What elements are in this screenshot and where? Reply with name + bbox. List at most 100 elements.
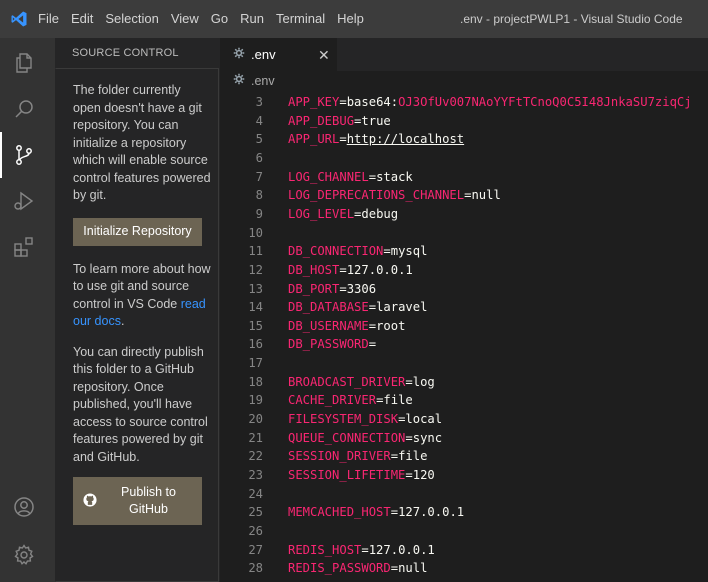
env-key: LOG_LEVEL	[288, 206, 355, 221]
equals-sign: =	[339, 262, 347, 277]
code-text: DB_PASSWORD=	[288, 335, 376, 354]
menu-edit[interactable]: Edit	[65, 0, 99, 38]
code-text: DB_CONNECTION=mysql	[288, 242, 427, 261]
equals-sign: =	[368, 169, 377, 184]
line-number: 21	[248, 430, 263, 445]
equals-sign: =	[339, 95, 347, 109]
sidebar-content: The folder currently open doesn't have a…	[73, 82, 211, 525]
env-value: 127.0.0.1	[346, 262, 413, 277]
line-number: 26	[248, 523, 263, 538]
extensions-icon[interactable]	[0, 224, 48, 270]
line-number: 4	[255, 113, 263, 128]
source-control-icon[interactable]	[0, 132, 48, 178]
code-text: REDIS_HOST=127.0.0.1	[288, 541, 435, 560]
env-value: root	[376, 318, 406, 333]
env-key: APP_URL	[288, 132, 340, 147]
vscode-logo-icon	[0, 0, 38, 38]
tab-env[interactable]: .env ✕	[221, 38, 337, 71]
equals-sign: =	[361, 542, 369, 557]
equals-sign: =	[405, 430, 413, 445]
breadcrumb-file[interactable]: .env	[251, 74, 275, 88]
equals-sign: =	[405, 374, 413, 389]
manage-gear-icon[interactable]	[0, 532, 48, 578]
env-value: debug	[361, 206, 399, 221]
env-value: log	[412, 374, 435, 389]
line-number: 16	[248, 337, 263, 352]
env-value: local	[405, 412, 443, 427]
initialize-repository-button[interactable]: Initialize Repository	[73, 217, 202, 246]
explorer-icon[interactable]	[0, 40, 48, 86]
publish-button-line1: Publish to	[121, 485, 176, 499]
env-key: BROADCAST_DRIVER	[288, 374, 406, 389]
code-text: CACHE_DRIVER=file	[288, 391, 413, 410]
code-text: LOG_DEPRECATIONS_CHANNEL=null	[288, 186, 501, 205]
env-value: base64:OJ3OfUv007NAoYYFtTCnoQ0C5I48JnkaS…	[346, 95, 692, 109]
equals-sign: =	[339, 132, 347, 147]
env-key: LOG_DEPRECATIONS_CHANNEL	[288, 188, 465, 203]
equals-sign: =	[390, 561, 399, 576]
menu-file[interactable]: File	[38, 0, 65, 38]
title-bar: File Edit Selection View Go Run Terminal…	[0, 0, 708, 38]
menu-run[interactable]: Run	[234, 0, 270, 38]
env-key: DB_DATABASE	[288, 300, 369, 315]
equals-sign: =	[405, 468, 413, 482]
line-number: 10	[248, 225, 263, 240]
line-number: 9	[255, 206, 263, 221]
line-number: 13	[248, 281, 263, 296]
menu-terminal[interactable]: Terminal	[270, 0, 331, 38]
source-control-sidebar: SOURCE CONTROL The folder currently open…	[55, 38, 221, 582]
settings-file-icon	[233, 47, 245, 62]
env-key: DB_USERNAME	[288, 318, 369, 333]
line-number: 11	[248, 244, 263, 259]
search-icon[interactable]	[0, 86, 48, 132]
env-value[interactable]: http://localhost	[347, 132, 464, 146]
publish-to-github-button[interactable]: Publish to GitHub	[73, 477, 202, 525]
line-number: 24	[248, 486, 263, 501]
code-editor[interactable]: 3 APP_KEY=base64:OJ3OfUv007NAoYYFtTCnoQ0C…	[221, 90, 708, 582]
menu-go[interactable]: Go	[205, 0, 234, 38]
menu-selection[interactable]: Selection	[99, 0, 164, 38]
equals-sign: =	[368, 337, 377, 352]
code-text: FILESYSTEM_DISK=local	[288, 410, 442, 429]
line-number: 17	[248, 356, 263, 371]
equals-sign: =	[383, 244, 391, 259]
line-number: 22	[248, 449, 263, 464]
env-value: null	[471, 188, 501, 203]
equals-sign: =	[368, 300, 377, 315]
code-text: DB_DATABASE=laravel	[288, 298, 427, 317]
line-number: 27	[248, 542, 263, 557]
code-text: LOG_CHANNEL=stack	[288, 168, 413, 187]
tab-label: .env	[251, 47, 276, 62]
env-key: REDIS_PASSWORD	[288, 561, 391, 576]
env-value: laravel	[376, 300, 428, 315]
accounts-icon[interactable]	[0, 484, 48, 530]
env-key: SESSION_LIFETIME	[288, 468, 406, 482]
env-key: CACHE_DRIVER	[288, 393, 377, 408]
line-number: 6	[255, 150, 263, 165]
menu-help[interactable]: Help	[331, 0, 370, 38]
line-number: 14	[248, 300, 263, 315]
equals-sign: =	[339, 281, 347, 296]
env-key: DB_CONNECTION	[288, 244, 384, 259]
code-text: APP_URL=http://localhost	[288, 130, 464, 149]
env-value: 3306	[346, 281, 377, 296]
publish-button-label: Publish to GitHub	[109, 484, 189, 518]
env-key: DB_PASSWORD	[288, 337, 369, 352]
active-indicator	[0, 132, 2, 178]
line-number: 18	[248, 374, 263, 389]
env-value: file	[398, 449, 428, 464]
env-key: DB_PORT	[288, 281, 340, 296]
code-text: LOG_LEVEL=debug	[288, 205, 398, 224]
line-number: 19	[248, 393, 263, 408]
line-number: 7	[255, 169, 263, 184]
learn-more-suffix: .	[120, 314, 125, 328]
close-tab-icon[interactable]: ✕	[318, 47, 330, 64]
run-debug-icon[interactable]	[0, 178, 48, 224]
code-text: APP_KEY=base64:OJ3OfUv007NAoYYFtTCnoQ0C5…	[288, 93, 692, 112]
settings-file-icon	[233, 73, 245, 88]
publish-message: You can directly publish this folder to …	[73, 344, 208, 464]
env-value: stack	[376, 169, 413, 184]
env-value: mysql	[390, 244, 428, 259]
menu-bar: File Edit Selection View Go Run Terminal…	[38, 0, 370, 38]
menu-view[interactable]: View	[165, 0, 205, 38]
